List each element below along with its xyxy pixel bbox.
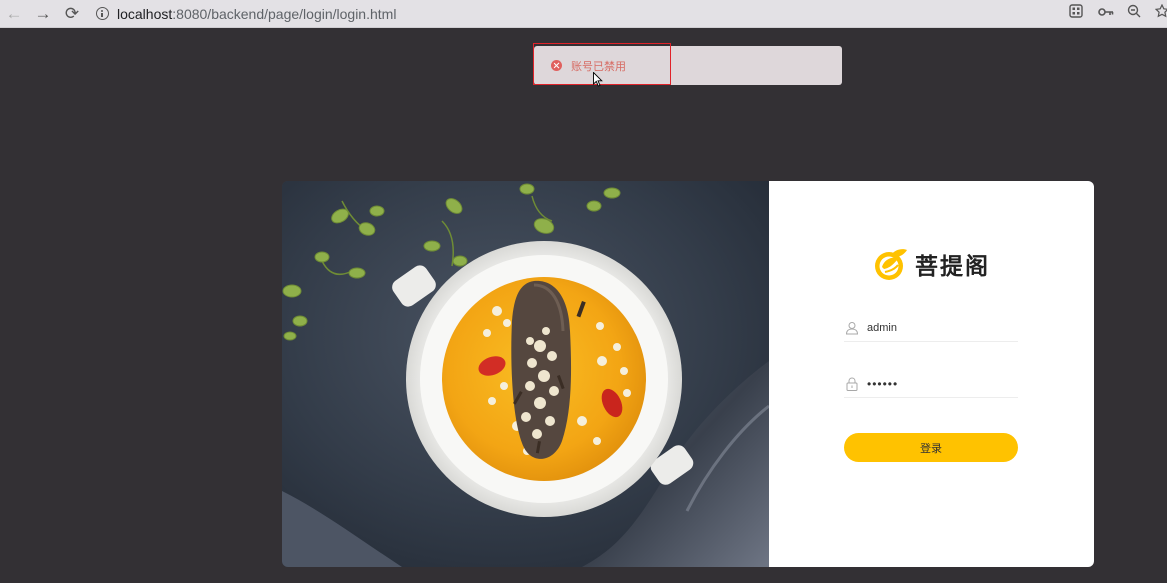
password-input[interactable]: •••••• (867, 377, 1007, 391)
login-card: 菩提阁 •••••• 登录 (282, 181, 1094, 567)
star-icon[interactable] (1152, 3, 1167, 24)
brand-logo: 菩提阁 (873, 246, 990, 282)
apps-grid-icon[interactable] (1066, 4, 1086, 24)
food-illustration (282, 181, 769, 567)
username-field[interactable] (844, 314, 1018, 342)
forward-arrow-icon[interactable]: → (33, 4, 53, 24)
user-icon (845, 321, 859, 334)
login-form-panel: 菩提阁 •••••• 登录 (769, 181, 1094, 567)
url-host: localhost (117, 5, 173, 22)
zoom-out-icon[interactable] (1124, 4, 1144, 24)
mouse-cursor-icon (593, 72, 603, 87)
username-input[interactable] (867, 321, 1007, 334)
back-arrow-icon[interactable]: ← (4, 4, 24, 24)
brand-logo-icon (875, 249, 907, 280)
key-icon[interactable] (1096, 4, 1116, 24)
login-button[interactable]: 登录 (844, 433, 1018, 462)
lock-icon (846, 376, 858, 391)
site-info-icon[interactable] (96, 7, 109, 20)
url-path: :8080/backend/page/login/login.html (172, 5, 397, 22)
reload-icon[interactable]: ⟳ (62, 4, 82, 24)
address-bar[interactable]: localhost:8080/backend/page/login/login.… (96, 3, 396, 24)
browser-toolbar: ← → ⟳ localhost:8080/backend/page/login/… (0, 0, 1167, 28)
brand-name: 菩提阁 (915, 253, 990, 280)
food-photo (282, 181, 769, 567)
password-field[interactable]: •••••• (844, 370, 1018, 398)
url-text[interactable]: localhost:8080/backend/page/login/login.… (117, 6, 396, 22)
